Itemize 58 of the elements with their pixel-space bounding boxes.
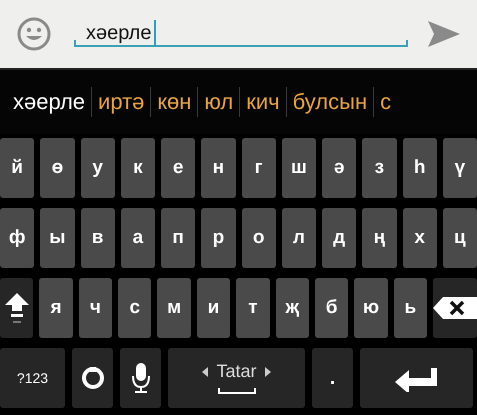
suggestion[interactable]: булсын xyxy=(286,89,374,115)
settings-key[interactable] xyxy=(72,348,113,408)
key[interactable]: ю xyxy=(354,278,388,338)
suggestion[interactable]: хәерле xyxy=(7,89,92,115)
shift-key[interactable] xyxy=(0,278,34,338)
key[interactable]: ы xyxy=(40,208,74,268)
key[interactable]: н xyxy=(201,138,236,198)
emoji-icon[interactable] xyxy=(16,16,52,52)
key[interactable]: к xyxy=(120,138,155,198)
key[interactable]: л xyxy=(282,208,316,268)
key[interactable]: о xyxy=(242,208,276,268)
key[interactable]: ч xyxy=(78,278,112,338)
key[interactable]: г xyxy=(242,138,276,198)
enter-key[interactable] xyxy=(360,348,473,408)
key[interactable]: е xyxy=(161,138,196,198)
key[interactable]: у xyxy=(80,138,115,198)
key[interactable]: р xyxy=(201,208,236,268)
microphone-icon xyxy=(130,362,150,394)
key[interactable]: м xyxy=(157,278,191,338)
key[interactable]: х xyxy=(402,208,437,268)
period-key[interactable]: . xyxy=(312,348,353,408)
send-icon[interactable] xyxy=(427,20,461,48)
key[interactable]: җ xyxy=(276,278,309,338)
key[interactable]: й xyxy=(0,138,34,198)
key[interactable]: с xyxy=(118,278,152,338)
settings-icon xyxy=(82,367,104,389)
key[interactable]: һ xyxy=(402,138,437,198)
space-key[interactable]: Tatar xyxy=(168,348,305,408)
key[interactable]: ш xyxy=(282,138,316,198)
key[interactable]: а xyxy=(120,208,155,268)
key[interactable]: ь xyxy=(394,278,427,338)
key[interactable]: з xyxy=(362,138,396,198)
mic-key[interactable] xyxy=(120,348,161,408)
key[interactable]: я xyxy=(39,278,73,338)
backspace-icon xyxy=(432,297,477,319)
left-arrow-icon xyxy=(202,366,208,376)
key[interactable]: ә xyxy=(322,138,356,198)
key[interactable]: д xyxy=(322,208,356,268)
suggestion[interactable]: юл xyxy=(198,89,240,115)
suggestion[interactable]: көн xyxy=(151,89,198,115)
backspace-key[interactable] xyxy=(432,278,477,338)
key[interactable]: в xyxy=(80,208,115,268)
key[interactable]: п xyxy=(161,208,196,268)
key[interactable]: и xyxy=(196,278,230,338)
space-bar-icon xyxy=(218,388,256,395)
key[interactable]: ң xyxy=(362,208,396,268)
suggestion[interactable]: с xyxy=(374,89,398,115)
symbols-key[interactable]: ?123 xyxy=(0,348,65,408)
key[interactable]: т xyxy=(236,278,270,338)
key[interactable]: ө xyxy=(40,138,74,198)
right-arrow-icon xyxy=(264,366,271,376)
suggestion[interactable]: иртә xyxy=(92,89,150,115)
key[interactable]: ц xyxy=(442,208,477,268)
suggestion[interactable]: кич xyxy=(240,89,286,115)
key[interactable]: б xyxy=(314,278,348,338)
key[interactable]: ф xyxy=(0,208,34,268)
shift-icon xyxy=(4,291,30,325)
key[interactable]: ү xyxy=(442,138,477,198)
